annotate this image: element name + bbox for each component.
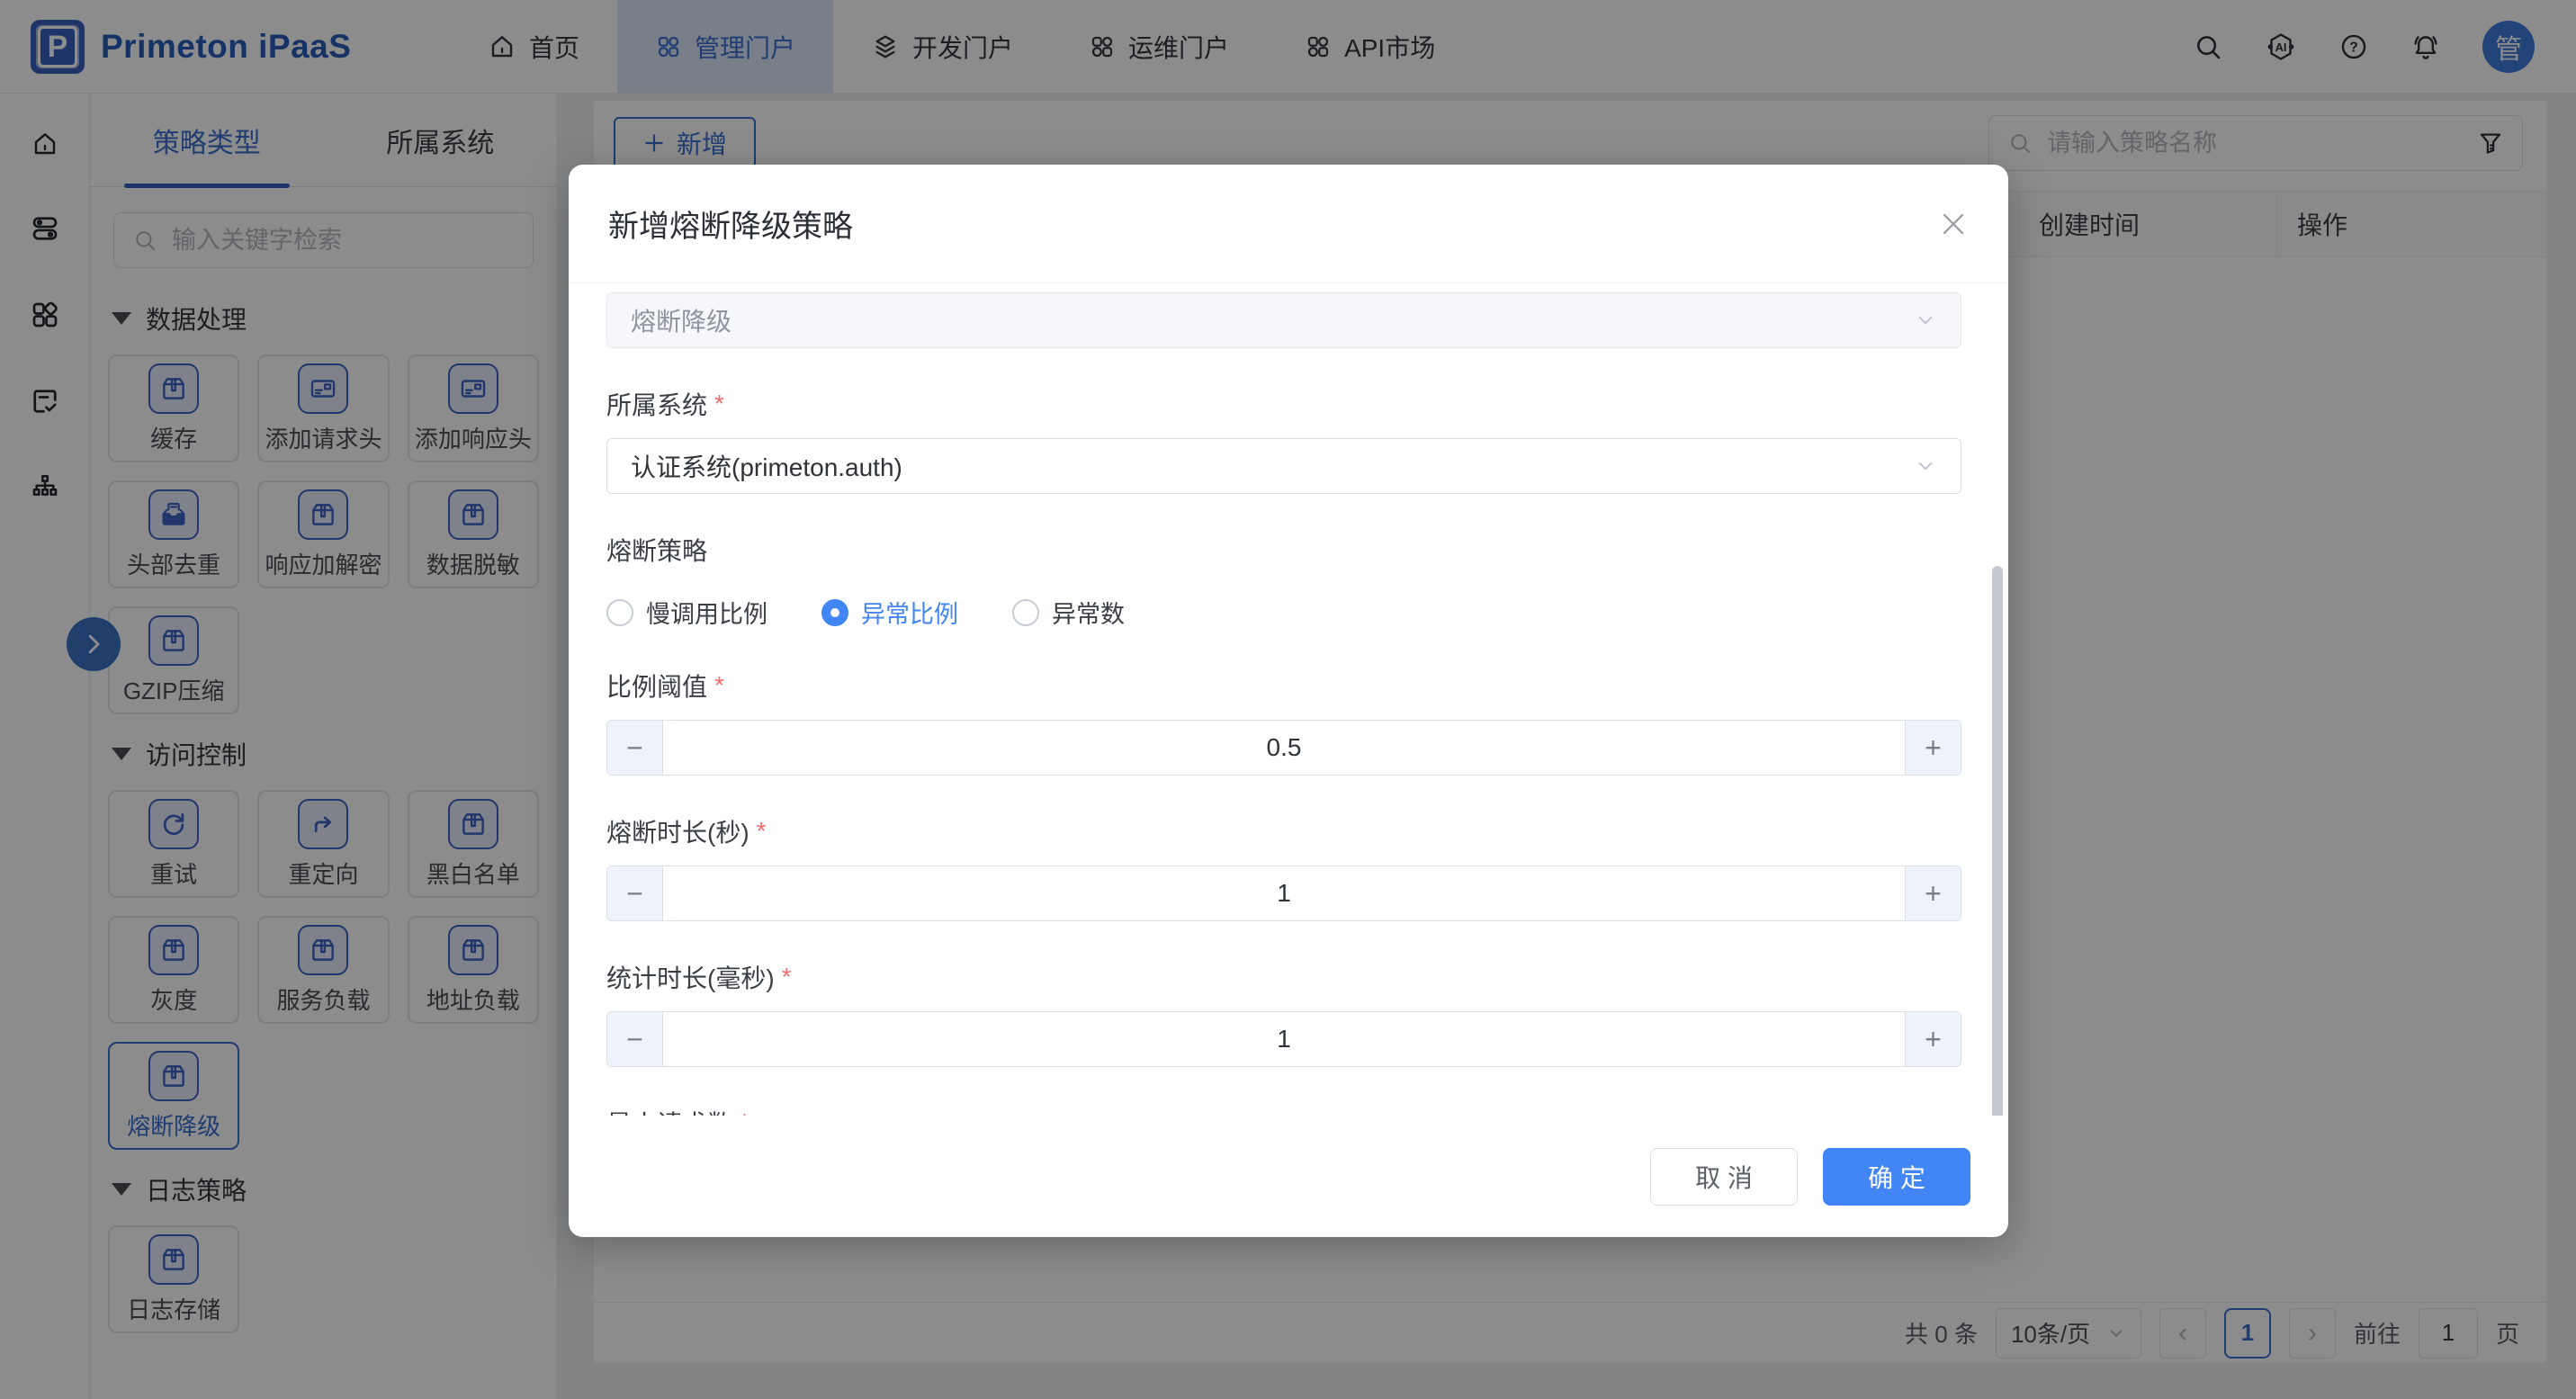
stepper-decrease-button[interactable]: − — [607, 721, 663, 775]
field-label-熔断时长(秒): 熔断时长(秒) * — [606, 813, 1961, 849]
field-label-统计时长(毫秒): 统计时长(毫秒)* — [606, 959, 1961, 995]
confirm-button[interactable]: 确 定 — [1823, 1148, 1970, 1206]
required-asterisk: * — [782, 963, 792, 991]
stepper-increase-button[interactable]: + — [1905, 1012, 1961, 1066]
system-select-value: 认证系统(primeton.auth) — [631, 448, 902, 484]
required-asterisk: * — [714, 390, 724, 418]
stepper-value[interactable]: 1 — [663, 1012, 1905, 1066]
modal-title: 新增熔断降级策略 — [608, 202, 853, 246]
add-policy-modal: 新增熔断降级策略 熔断降级 所属系统 * 认证系统(primeton.auth)… — [569, 165, 2008, 1237]
stepper-value[interactable]: 0.5 — [663, 721, 1905, 775]
field-label-text: 统计时长(毫秒) — [606, 959, 775, 995]
required-asterisk: * — [714, 671, 724, 700]
stepper-decrease-button[interactable]: − — [607, 866, 663, 920]
chevron-down-icon — [1914, 309, 1937, 332]
radio-unchecked-icon — [606, 599, 633, 626]
modal-footer: 取 消 确 定 — [569, 1116, 2008, 1237]
cancel-button[interactable]: 取 消 — [1650, 1148, 1798, 1206]
field-label-text: 比例阈值 — [606, 668, 707, 704]
strategy-field-label: 熔断策略 — [606, 532, 1961, 568]
close-icon[interactable] — [1938, 209, 1969, 239]
radio-checked-icon — [821, 599, 848, 626]
field-label-text: 最小请求数 — [606, 1105, 732, 1116]
radio-label: 异常数 — [1052, 595, 1125, 630]
stepper-increase-button[interactable]: + — [1905, 721, 1961, 775]
stepper-fields: 比例阈值*−0.5+熔断时长(秒)*−1+统计时长(毫秒)*−1+最小请求数*−… — [606, 668, 1961, 1116]
field-label-text: 所属系统 — [606, 386, 707, 422]
stepper-value[interactable]: 1 — [663, 866, 1905, 920]
number-stepper-熔断时长(秒): −1+ — [606, 865, 1961, 921]
number-stepper-统计时长(毫秒): −1+ — [606, 1011, 1961, 1067]
required-asterisk: * — [740, 1108, 749, 1116]
field-label-最小请求数: 最小请求数 * — [606, 1105, 1961, 1116]
chevron-down-icon — [1914, 454, 1937, 478]
modal-body: 熔断降级 所属系统 * 认证系统(primeton.auth) 熔断策略 慢调用… — [569, 283, 2008, 1116]
stepper-increase-button[interactable]: + — [1905, 866, 1961, 920]
policy-type-value: 熔断降级 — [631, 302, 732, 338]
radio-异常比例[interactable]: 异常比例 — [821, 595, 958, 630]
modal-scrollbar[interactable] — [1992, 566, 2003, 1116]
radio-unchecked-icon — [1012, 599, 1039, 626]
radio-label: 异常比例 — [861, 595, 958, 630]
field-label-text: 熔断时长(秒) — [606, 813, 749, 849]
radio-异常数[interactable]: 异常数 — [1012, 595, 1125, 630]
stepper-decrease-button[interactable]: − — [607, 1012, 663, 1066]
field-label-比例阈值: 比例阈值* — [606, 668, 1961, 704]
policy-type-select: 熔断降级 — [606, 292, 1961, 348]
system-field-label: 所属系统 * — [606, 386, 1961, 422]
field-label-text: 熔断策略 — [606, 532, 707, 568]
system-select[interactable]: 认证系统(primeton.auth) — [606, 438, 1961, 494]
strategy-radio-group: 慢调用比例 异常比例 异常数 — [606, 595, 1961, 630]
required-asterisk: * — [757, 817, 767, 846]
radio-label: 慢调用比例 — [646, 595, 767, 630]
modal-header: 新增熔断降级策略 — [569, 165, 2008, 283]
radio-慢调用比例[interactable]: 慢调用比例 — [606, 595, 767, 630]
number-stepper-比例阈值: −0.5+ — [606, 720, 1961, 776]
